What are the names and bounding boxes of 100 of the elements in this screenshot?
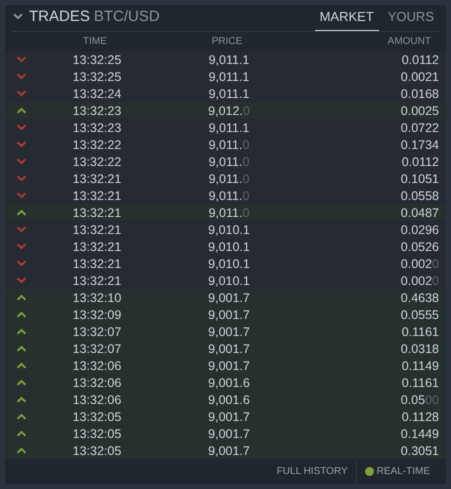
time-cell-text: 13:32:21 — [72, 256, 122, 271]
time-cell-text: 13:32:21 — [72, 240, 122, 254]
amount-cell-text: 0.0722 — [400, 120, 439, 135]
full-history-link[interactable]: FULL HISTORY — [276, 466, 348, 478]
price-cell-text: 9,001.7 — [207, 444, 251, 458]
time-cell-text: 13:32:06 — [72, 376, 122, 390]
time-cell-text: 13:32:05 — [72, 426, 122, 441]
column-header: PRICE — [210, 36, 244, 48]
price-cell-text: 9,011.1 — [208, 120, 250, 135]
chevron-up-icon — [16, 209, 26, 216]
chevron-up-icon — [16, 396, 26, 404]
time-cell-text: 13:32:25 — [72, 52, 122, 67]
chevron-up-icon — [16, 294, 26, 302]
time-cell-text: 13:32:06 — [72, 358, 122, 373]
column-header: AMOUNT — [386, 36, 431, 48]
amount-cell-text: 0.0318 — [400, 342, 439, 356]
time-cell-text: 13:32:21 — [72, 222, 122, 237]
price-cell-text: 9,010.1 — [207, 240, 251, 254]
price-cell-text: 9,011.1 — [208, 52, 250, 67]
price-cell-text: 9,010.1 — [207, 274, 251, 288]
price-cell-text: 9,010.1 — [207, 256, 251, 271]
time-cell-text: 13:32:05 — [72, 410, 122, 424]
price-cell-text: 9,011.0 — [208, 206, 250, 220]
time-cell-text: 13:32:10 — [72, 290, 122, 305]
chevron-down-icon — [16, 158, 26, 166]
chevron-up-icon — [16, 311, 26, 318]
amount-cell-text: 0.1149 — [400, 358, 439, 373]
amount-cell-text: 0.0526 — [400, 240, 439, 254]
amount-cell-text: 0.0555 — [400, 308, 439, 322]
price-cell-text: 9,001.6 — [207, 376, 251, 390]
chevron-down-icon — [16, 124, 26, 132]
realtime-toggle[interactable]: REAL-TIME — [376, 466, 430, 478]
amount-cell-text: 0.0168 — [400, 86, 439, 101]
amount-cell-text: 0.0296 — [400, 222, 439, 237]
chevron-down-icon — [16, 175, 26, 182]
price-cell-text: 9,001.7 — [207, 342, 251, 356]
chevron-down-icon — [16, 226, 26, 234]
amount-cell-text: 0.1449 — [400, 426, 439, 441]
chevron-down-icon — [16, 192, 26, 200]
price-cell-text: 9,012.0 — [207, 104, 251, 118]
price-cell-text: 9,001.7 — [207, 426, 251, 441]
chevron-up-icon — [16, 345, 26, 352]
time-cell-text: 13:32:21 — [72, 188, 122, 203]
amount-cell-text: 0.0020 — [400, 256, 439, 271]
amount-cell-text: 0.0500 — [400, 392, 439, 407]
chevron-icon[interactable] — [13, 13, 23, 20]
amount-cell-text: 0.4638 — [400, 290, 439, 305]
chevron-down-icon — [16, 243, 26, 250]
price-cell-text: 9,010.1 — [207, 222, 251, 237]
price-cell-text: 9,011.0 — [208, 138, 250, 152]
tab[interactable]: MARKET — [314, 5, 379, 31]
time-cell-text: 13:32:07 — [72, 324, 122, 339]
amount-cell-text: 0.1161 — [400, 376, 439, 390]
time-cell-text: 13:32:21 — [72, 206, 122, 220]
price-cell-text: 9,011.0 — [208, 154, 250, 169]
time-cell-text: 13:32:09 — [72, 308, 122, 322]
amount-cell-text: 0.1128 — [400, 410, 439, 424]
time-cell-text: 13:32:23 — [72, 104, 122, 118]
pair-label: BTC/USD — [94, 8, 160, 25]
chevron-down-icon — [16, 141, 26, 148]
chevron-up-icon — [16, 447, 26, 454]
chevron-down-icon — [16, 90, 26, 98]
time-cell-text: 13:32:21 — [72, 274, 122, 288]
time-cell-text: 13:32:22 — [72, 154, 122, 169]
column-header: TIME — [82, 36, 108, 48]
amount-cell-text: 0.0112 — [400, 154, 439, 169]
price-cell-text: 9,001.7 — [207, 410, 251, 424]
amount-cell-text: 0.0021 — [400, 70, 439, 84]
amount-cell-text: 0.0025 — [400, 104, 439, 118]
amount-cell-text: 0.1161 — [400, 324, 439, 339]
amount-cell-text: 0.0112 — [400, 52, 439, 67]
chevron-down-icon — [16, 260, 26, 268]
tab[interactable]: YOURS — [382, 5, 439, 31]
price-cell-text: 9,011.0 — [208, 172, 250, 186]
price-cell-text: 9,011.0 — [208, 188, 250, 203]
chevron-up-icon — [16, 413, 26, 420]
time-cell-text: 13:32:05 — [72, 444, 122, 458]
time-cell-text: 13:32:07 — [72, 342, 122, 356]
chevron-down-icon — [16, 277, 26, 284]
amount-cell-text: 0.0558 — [400, 188, 439, 203]
amount-cell-text: 0.0487 — [400, 206, 439, 220]
chevron-down-icon — [16, 56, 26, 64]
time-cell-text: 13:32:25 — [72, 70, 122, 84]
chevron-up-icon — [16, 362, 26, 370]
price-cell-text: 9,011.1 — [208, 86, 250, 101]
price-cell-text: 9,011.1 — [208, 70, 250, 84]
price-cell-text: 9,001.7 — [207, 308, 251, 322]
chevron-down-icon — [16, 73, 26, 80]
chevron-up-icon — [16, 328, 26, 336]
price-cell-text: 9,001.7 — [207, 324, 251, 339]
time-cell-text: 13:32:21 — [72, 172, 122, 186]
amount-cell-text: 0.3051 — [400, 444, 439, 458]
price-cell-text: 9,001.7 — [207, 358, 251, 373]
time-cell-text: 13:32:22 — [72, 138, 122, 152]
time-cell-text: 13:32:24 — [72, 86, 122, 101]
panel-title: TRADES — [29, 8, 90, 25]
chevron-up-icon — [16, 107, 26, 114]
chevron-up-icon — [16, 379, 26, 386]
time-cell-text: 13:32:06 — [72, 392, 122, 407]
price-cell-text: 9,001.6 — [207, 392, 251, 407]
